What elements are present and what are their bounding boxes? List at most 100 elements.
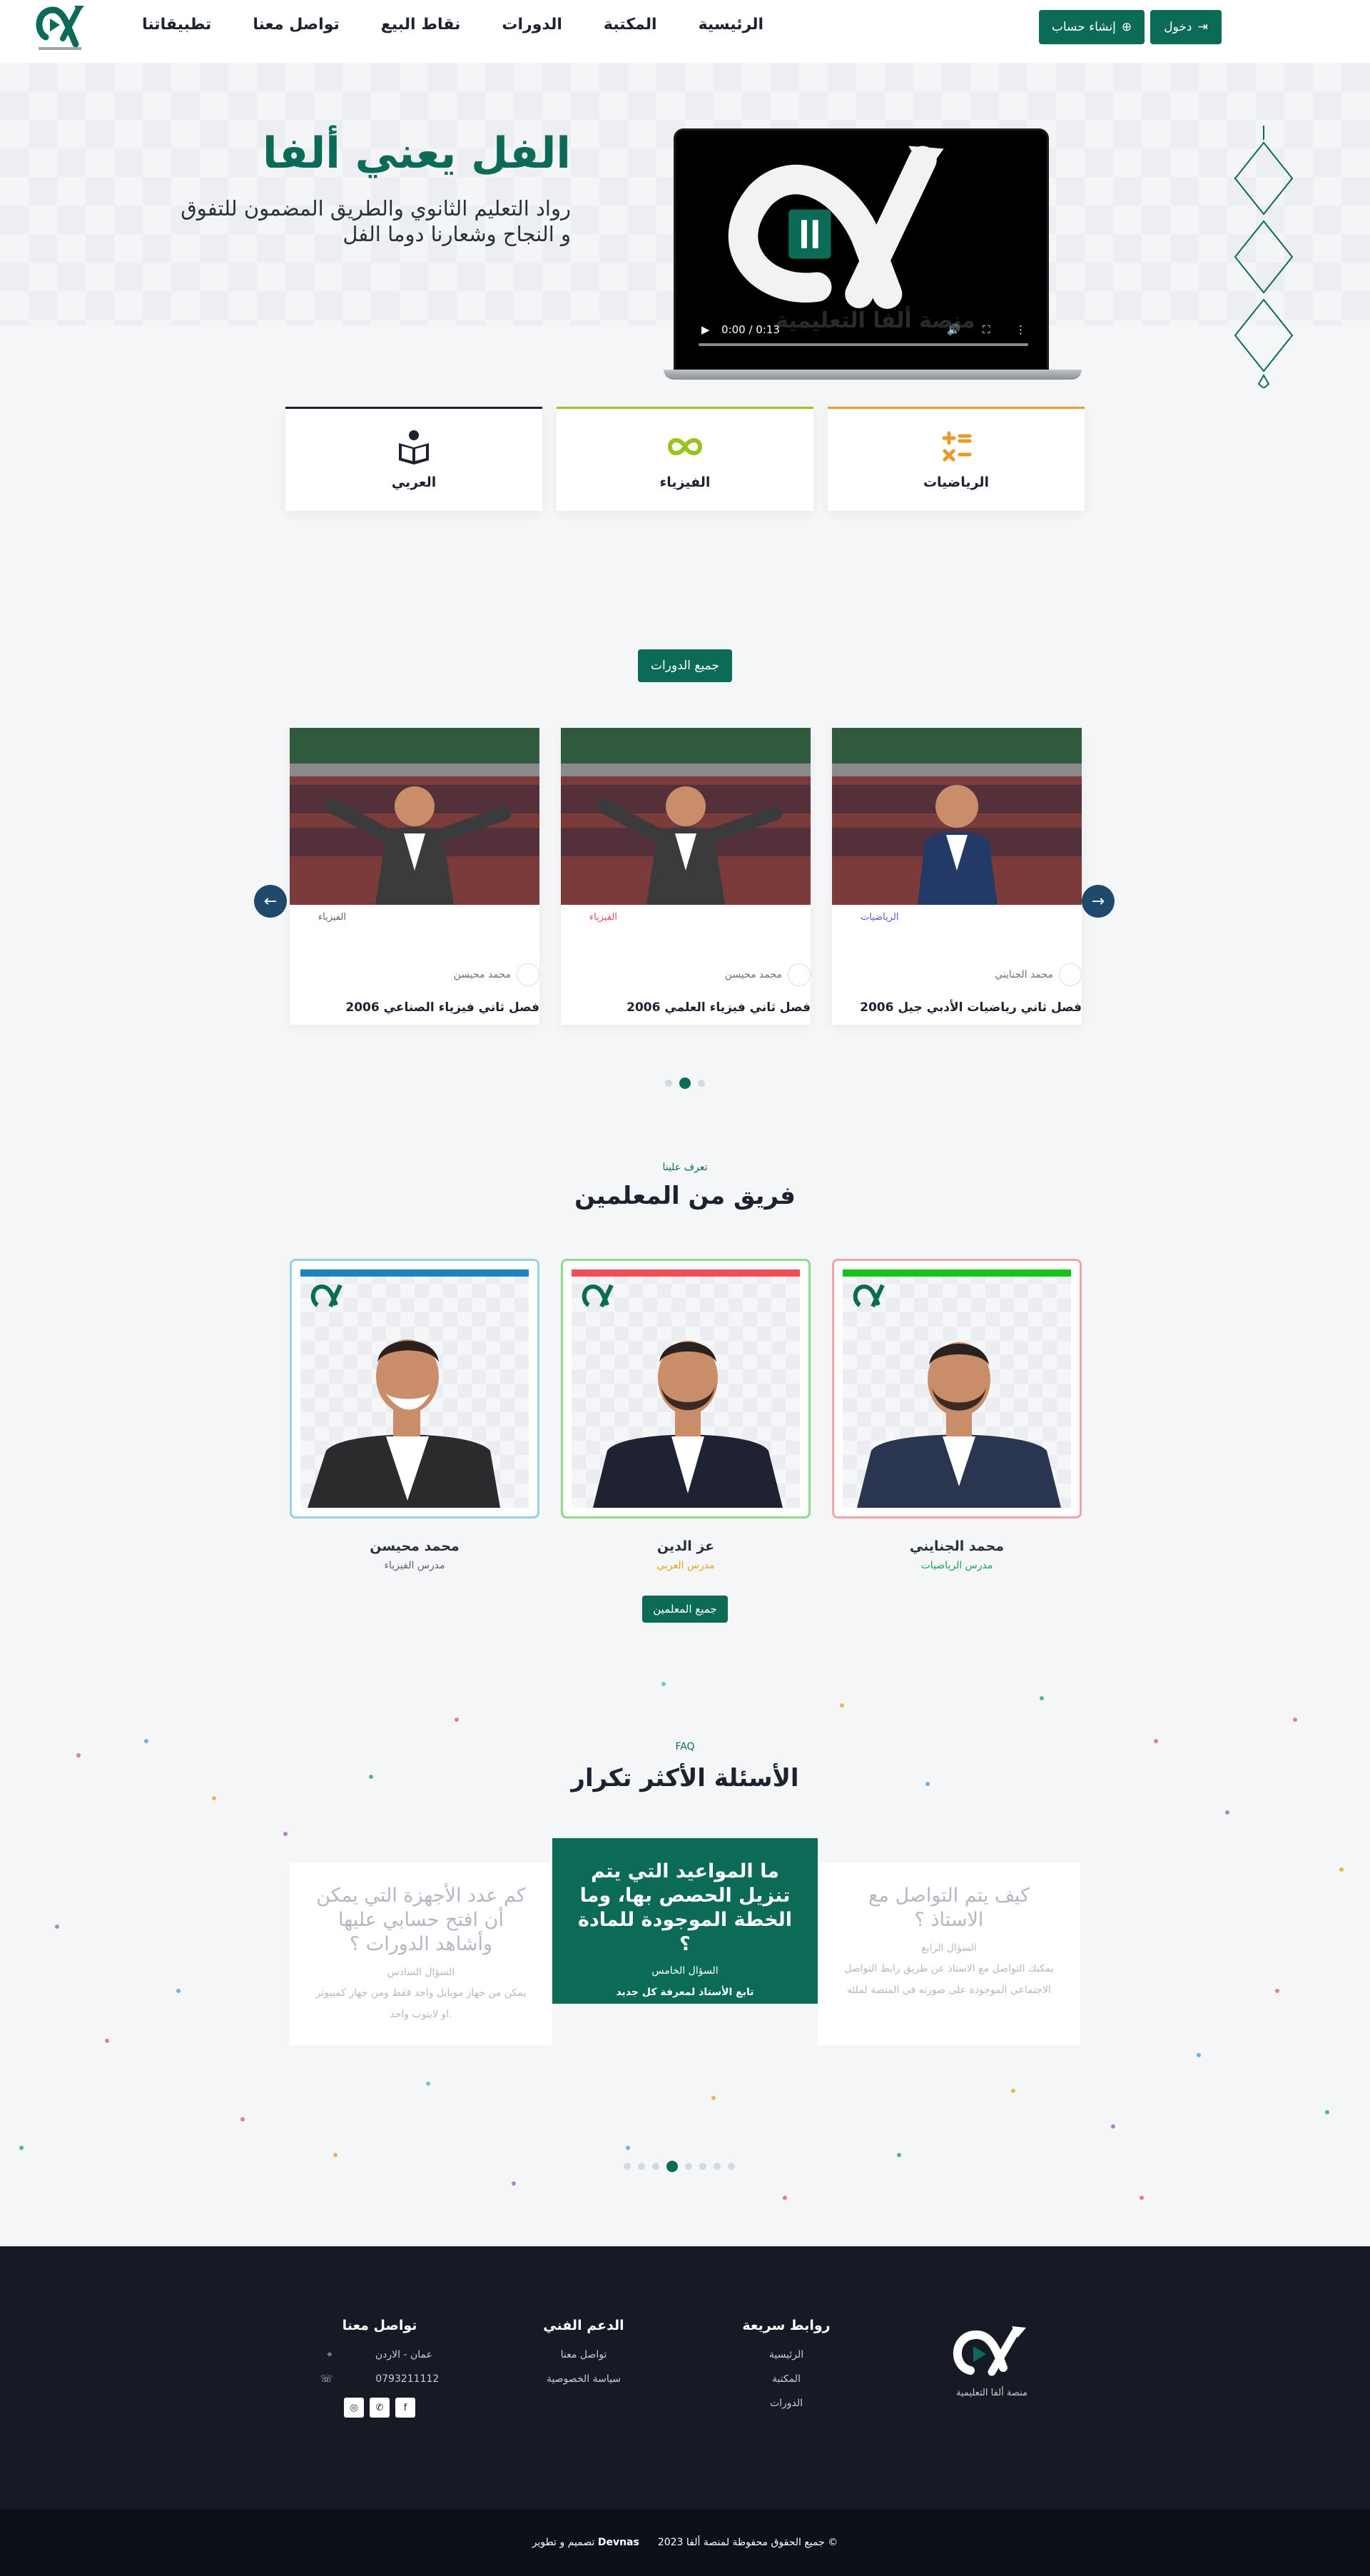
fullscreen-icon[interactable]: ⛶ (983, 323, 990, 336)
carousel-dot[interactable] (652, 2163, 659, 2170)
footer-logo[interactable]: منصة ألفا التعليمية (942, 2321, 1042, 2399)
footer-col-title: روابط سريعة (742, 2318, 831, 2333)
faq-title: الأسئلة الأكثر تكرار (571, 1764, 799, 1792)
contact-location-row: ⌖ عمان - الاردن (287, 2349, 472, 2361)
faq-answer: يمكنك التواصل مع الاستاذ عن طريق رابط ال… (844, 1963, 1054, 1996)
nav-link-apps[interactable]: تطبيقاتنا (142, 16, 211, 34)
footer-link-home[interactable]: الرئيسية (694, 2349, 879, 2361)
faq-question: ما المواعيد التي يتم تنزيل الحصص بها، وم… (577, 1860, 793, 1955)
course-photo (290, 728, 539, 905)
course-card[interactable]: الفيزياء محمد محيسن فصل ثاني فيزياء العل… (561, 728, 811, 1025)
nav-link-courses[interactable]: الدورات (502, 16, 562, 34)
teacher-role: مدرس الفيزياء (384, 1560, 445, 1571)
play-icon[interactable]: ▶ (701, 323, 710, 336)
faq-card[interactable]: كيف يتم التواصل مع الاستاذ ؟ السؤال الرا… (818, 1862, 1080, 2045)
alpha-logo[interactable] (31, 3, 88, 57)
nav-link-contact[interactable]: تواصل معنا (253, 16, 339, 34)
teacher-name-small: محمد محيسن (724, 969, 782, 980)
teacher-name-small: محمد محيسن (453, 969, 511, 980)
course-teacher: محمد الجنايني (995, 963, 1082, 986)
nav-link-home[interactable]: الرئيسية (699, 16, 763, 34)
courses-carousel-dots (665, 1077, 705, 1089)
footer-link-courses[interactable]: الدورات (694, 2398, 879, 2409)
carousel-dot[interactable] (665, 1080, 672, 1087)
faq-card[interactable]: كم عدد الأجهزة التي يمكن أن افتح حسابي ع… (290, 1862, 552, 2045)
register-button[interactable]: إنشاء حساب ⊕ (1039, 10, 1145, 44)
teacher-card-inner (843, 1269, 1071, 1508)
laptop-base (664, 370, 1082, 380)
footer-support: الدعم الفني تواصل معنا سياسة الخصوصية (491, 2318, 676, 2398)
teacher-portrait (593, 1341, 783, 1508)
video-player[interactable]: منصة ألفا التعليمية ▶ 0:00 / 0:13 🔊 ⛶ ⋮ (674, 128, 1049, 371)
course-photo (561, 728, 811, 905)
subject-card-math[interactable]: الرياضيات (828, 407, 1085, 511)
credit-prefix: تصميم و تطوير (532, 2537, 595, 2548)
teacher-portrait (308, 1339, 500, 1508)
avatar (1059, 963, 1082, 986)
course-card[interactable]: الفيزياء محمد محيسن فصل ثاني فيزياء الصن… (290, 728, 539, 1025)
carousel-dot[interactable] (714, 2163, 721, 2170)
faq-number: السؤال الخامس (651, 1965, 719, 1977)
location-icon: ⌖ (327, 2349, 333, 2361)
teacher-card[interactable] (561, 1259, 811, 1518)
carousel-dot[interactable] (699, 2163, 706, 2170)
course-subject-tag: الرياضيات (849, 905, 1063, 933)
instagram-icon[interactable]: ◎ (344, 2398, 364, 2418)
subject-card-arabic[interactable]: العربي (285, 407, 542, 511)
course-card[interactable]: الرياضيات محمد الجنايني فصل ثاني رياضيات… (832, 728, 1082, 1025)
carousel-dot[interactable] (638, 2163, 645, 2170)
nav-link-points-of-sale[interactable]: نقاط البيع (381, 16, 461, 34)
faq-question: كم عدد الأجهزة التي يمكن أن افتح حسابي ع… (316, 1885, 526, 1955)
course-title[interactable]: فصل ثاني رياضيات الأدبي جيل 2006 (860, 1000, 1082, 1015)
teacher-card-stripe (572, 1269, 800, 1277)
nav-link-library[interactable]: المكتبة (604, 16, 657, 34)
carousel-dot[interactable] (728, 2163, 735, 2170)
carousel-prev-arrow-icon[interactable]: ← (254, 885, 287, 918)
faq-answer: يمكن من جهاز موبايل واحد فقط ومن جهاز كم… (315, 1987, 527, 2020)
course-teacher: محمد محيسن (454, 963, 539, 986)
footer-link-library[interactable]: المكتبة (694, 2373, 879, 2385)
teacher-card-inner (572, 1269, 800, 1508)
course-title[interactable]: فصل ثاني فيزياء الصناعي 2006 (345, 1000, 539, 1015)
footer-link-contact[interactable]: تواصل معنا (491, 2349, 676, 2361)
copyright-bar: تصميم و تطوير Devnas جميع الحقوق محفوظة … (0, 2509, 1370, 2576)
video-controls: ▶ 0:00 / 0:13 🔊 ⛶ ⋮ (697, 319, 1030, 348)
footer-link-privacy[interactable]: سياسة الخصوصية (491, 2373, 676, 2385)
contact-phone[interactable]: 0793211112 (375, 2373, 439, 2385)
teacher-card-inner (300, 1269, 529, 1508)
contact-phone-row: ☏ 0793211112 (287, 2373, 472, 2385)
carousel-dot-active[interactable] (679, 1077, 691, 1089)
footer-col-title: الدعم الفني (543, 2318, 624, 2333)
phone-icon: ☏ (320, 2373, 333, 2385)
whatsapp-icon[interactable]: ✆ (370, 2398, 390, 2418)
hero-subtitle: رواد التعليم الثانوي والطريق المضمون للت… (181, 196, 571, 246)
alpha-logo (953, 2326, 1026, 2376)
course-title[interactable]: فصل ثاني فيزياء العلمي 2006 (626, 1000, 811, 1015)
subject-card-physics[interactable]: الفيزياء (557, 407, 813, 511)
carousel-dot[interactable] (624, 2163, 631, 2170)
faq-kicker: FAQ (675, 1741, 695, 1753)
carousel-next-arrow-icon[interactable]: → (1082, 885, 1115, 918)
all-teachers-button[interactable]: جميع المعلمين (642, 1596, 728, 1623)
carousel-dot[interactable] (698, 1080, 705, 1087)
video-progress-bar[interactable] (699, 343, 1028, 346)
book-reader-icon (399, 430, 429, 465)
carousel-dot[interactable] (685, 2163, 692, 2170)
copyright-text: جميع الحقوق محفوظة لمنصة ألفا 2023 © (657, 2537, 838, 2548)
carousel-dot-active[interactable] (666, 2161, 678, 2172)
team-title: فريق من المعلمين (574, 1182, 796, 1210)
teacher-name-small: محمد الجنايني (995, 969, 1053, 980)
faq-card-active[interactable]: ما المواعيد التي يتم تنزيل الحصص بها، وم… (552, 1838, 818, 2004)
teacher-card[interactable] (290, 1259, 539, 1518)
volume-icon[interactable]: 🔊 (947, 323, 960, 336)
login-button[interactable]: دخول ⇥ (1150, 10, 1222, 44)
avatar (788, 963, 811, 986)
more-options-icon[interactable]: ⋮ (1015, 323, 1026, 336)
facebook-icon[interactable]: f (395, 2398, 415, 2418)
teacher-name: محمد الجنايني (909, 1538, 1005, 1554)
teacher-card[interactable] (832, 1259, 1082, 1518)
all-courses-button[interactable]: جميع الدورات (638, 649, 732, 682)
course-teacher: محمد محيسن (725, 963, 811, 986)
credit-name[interactable]: Devnas (598, 2537, 639, 2548)
faq-number: السؤال السادس (387, 1967, 455, 1978)
